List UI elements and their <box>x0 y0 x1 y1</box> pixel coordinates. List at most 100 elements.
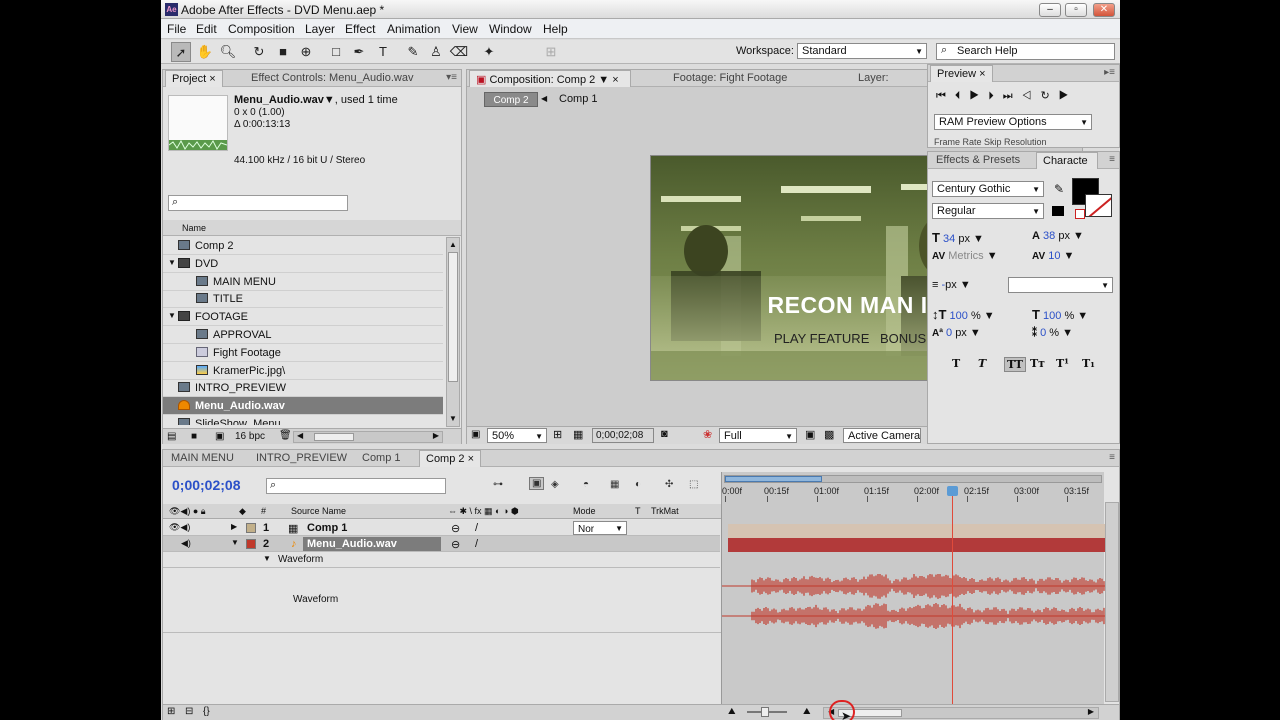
project-item[interactable]: TITLE <box>163 290 443 309</box>
twirl-down-icon[interactable]: ▼ <box>231 538 239 547</box>
camera-tool-icon[interactable]: ■ <box>273 42 293 62</box>
pan-behind-tool-icon[interactable]: ⊕ <box>296 42 316 62</box>
pen-tool-icon[interactable]: ✒ <box>349 42 369 62</box>
project-item[interactable]: INTRO_PREVIEW <box>163 379 443 398</box>
trash-icon[interactable]: 🗑︎ <box>279 430 292 441</box>
clone-stamp-tool-icon[interactable]: ♙ <box>426 42 446 62</box>
brush-tool-icon[interactable]: ✎ <box>403 42 423 62</box>
eyedropper-icon[interactable]: ✎ <box>1054 182 1064 196</box>
superscript-button[interactable]: T¹ <box>1056 357 1069 370</box>
project-item[interactable]: Fight Footage <box>163 344 443 362</box>
bpc-label[interactable]: 16 bpc <box>235 431 265 442</box>
previous-frame-icon[interactable]: ⏴ <box>955 90 970 102</box>
kerning-value[interactable]: Metrics <box>948 250 983 262</box>
tab-intro-preview[interactable]: INTRO_PREVIEW <box>250 450 353 467</box>
rotate-tool-icon[interactable]: ↻ <box>249 42 269 62</box>
new-comp-icon[interactable]: ▣ <box>215 431 224 442</box>
tab-comp2[interactable]: Comp 2 × <box>419 450 482 467</box>
last-frame-icon[interactable]: ⏭ <box>1003 90 1022 102</box>
faux-italic-button[interactable]: T <box>978 357 986 370</box>
frame-blending-icon[interactable]: ▦ <box>610 479 619 490</box>
twirl-right-icon[interactable]: ▶ <box>231 522 237 531</box>
zoom-slider-track[interactable] <box>747 707 787 717</box>
ram-preview-icon[interactable]: ▶ <box>1059 90 1078 102</box>
baseline-shift-value[interactable]: 0 <box>946 327 952 339</box>
tracking-control[interactable]: AV 10 ▼ <box>1032 250 1074 262</box>
twirl-down-icon[interactable]: ▼ <box>263 554 271 563</box>
all-caps-button[interactable]: TT <box>1004 357 1026 372</box>
zoom-dropdown[interactable]: 50% ▼ <box>487 428 547 443</box>
small-caps-button[interactable]: Tт <box>1030 357 1045 370</box>
tab-project[interactable]: Project × <box>165 70 223 87</box>
layer-name-2[interactable]: Menu_Audio.wav <box>307 538 397 550</box>
breadcrumb-comp1[interactable]: Comp 1 <box>559 93 598 105</box>
next-frame-icon[interactable]: ⏵ <box>988 90 1003 102</box>
project-item[interactable]: MAIN MENU <box>163 273 443 291</box>
font-size-value[interactable]: 34 <box>943 233 955 245</box>
tsume-value[interactable]: 0 <box>1040 327 1046 339</box>
column-trkmat[interactable]: TrkMat <box>651 506 679 516</box>
menu-animation[interactable]: Animation <box>387 22 440 36</box>
menu-help[interactable]: Help <box>543 22 568 36</box>
tab-composition[interactable]: ▣ Composition: Comp 2 ▼ × <box>469 70 631 87</box>
project-search-input[interactable]: ⌕ <box>168 195 348 211</box>
type-tool-icon[interactable]: T <box>373 42 393 62</box>
project-item[interactable]: Menu_Audio.wav <box>163 397 443 416</box>
column-name[interactable]: Name <box>182 223 206 233</box>
playhead-handle[interactable] <box>947 486 958 496</box>
quality-switch-icon[interactable]: / <box>475 522 478 534</box>
timeline-hscrollbar[interactable]: ◀ ▶ <box>823 707 1099 719</box>
default-colors-icon[interactable] <box>1052 206 1064 216</box>
column-source-name[interactable]: Source Name <box>291 506 346 516</box>
vertical-scale-value[interactable]: 100 <box>950 310 968 322</box>
project-item[interactable]: Comp 2 <box>163 237 443 255</box>
scroll-down-icon[interactable]: ▼ <box>449 414 457 423</box>
subscript-button[interactable]: T₁ <box>1082 357 1095 370</box>
tab-effects-presets[interactable]: Effects & Presets <box>930 152 1026 169</box>
leading-value[interactable]: 38 <box>1043 230 1055 242</box>
new-folder-icon[interactable]: ■ <box>191 431 197 442</box>
layer-label-color[interactable] <box>246 523 256 533</box>
menu-edit[interactable]: Edit <box>196 22 217 36</box>
tab-comp1[interactable]: Comp 1 <box>356 450 407 467</box>
tab-footage[interactable]: Footage: Fight Footage <box>667 70 793 87</box>
tab-layer[interactable]: Layer: <box>852 70 895 87</box>
tab-character[interactable]: Characte <box>1036 152 1098 169</box>
toggle-modes-icon[interactable]: ⊟ <box>185 706 193 717</box>
faux-bold-button[interactable]: T <box>952 357 960 370</box>
horizontal-scale-control[interactable]: T 100 % ▼ <box>1032 307 1088 322</box>
breadcrumb-comp2[interactable]: Comp 2 <box>484 92 538 107</box>
current-time-indicator[interactable] <box>947 486 958 710</box>
layer-bar-1[interactable] <box>728 524 1105 538</box>
roi-icon[interactable]: ▣ <box>805 428 815 441</box>
first-frame-icon[interactable]: ⏮ <box>936 90 955 102</box>
tab-main-menu[interactable]: MAIN MENU <box>165 450 240 467</box>
rectangle-tool-icon[interactable]: □ <box>326 42 346 62</box>
timeline-timecode[interactable]: 0;00;02;08 <box>172 477 241 493</box>
panel-menu-icon[interactable]: ≡ <box>1109 154 1115 165</box>
loop-icon[interactable]: ↻ <box>1040 90 1058 102</box>
video-visibility-icon[interactable]: 👁︎◀) <box>169 522 190 533</box>
tab-preview[interactable]: Preview × <box>930 65 993 82</box>
project-item[interactable]: APPROVAL <box>163 326 443 344</box>
panel-menu-icon[interactable]: ▸≡ <box>1104 67 1115 78</box>
scroll-right-icon[interactable]: ▶ <box>1088 707 1094 716</box>
time-ruler[interactable]: 0:00f 00:15f 01:00f 01:15f 02:00f 02:15f 03:00… <box>722 484 1105 502</box>
brainstorm-icon[interactable]: ✣ <box>665 479 673 490</box>
project-item[interactable]: KramerPic.jpg\ <box>163 362 443 380</box>
leading-control[interactable]: A 38 px ▼ <box>1032 230 1084 242</box>
waveform-group-row[interactable]: ▼ Waveform <box>163 552 720 568</box>
camera-dropdown[interactable]: Active Camera <box>843 428 921 443</box>
puppet-pin-tool-icon[interactable]: ✦ <box>479 42 499 62</box>
stroke-width-control[interactable]: ≡ -px ▼ <box>932 279 971 291</box>
project-item[interactable]: SlideShow_Menu <box>163 415 443 425</box>
axis-mode-icon[interactable]: ⊞ <box>541 42 561 62</box>
timeline-vscrollbar[interactable] <box>1105 502 1119 702</box>
workspace-dropdown[interactable]: Standard ▼ <box>797 43 927 59</box>
project-item[interactable]: ▼ DVD <box>163 255 443 273</box>
search-help-input[interactable]: ⌕ Search Help <box>936 43 1115 60</box>
collapse-switch-icon[interactable]: ⊖ <box>451 522 460 535</box>
font-size-control[interactable]: T 34 px ▼ <box>932 230 984 245</box>
tsume-control[interactable]: ⁑ 0 % ▼ <box>1032 327 1073 339</box>
tracking-value[interactable]: 10 <box>1048 250 1060 262</box>
